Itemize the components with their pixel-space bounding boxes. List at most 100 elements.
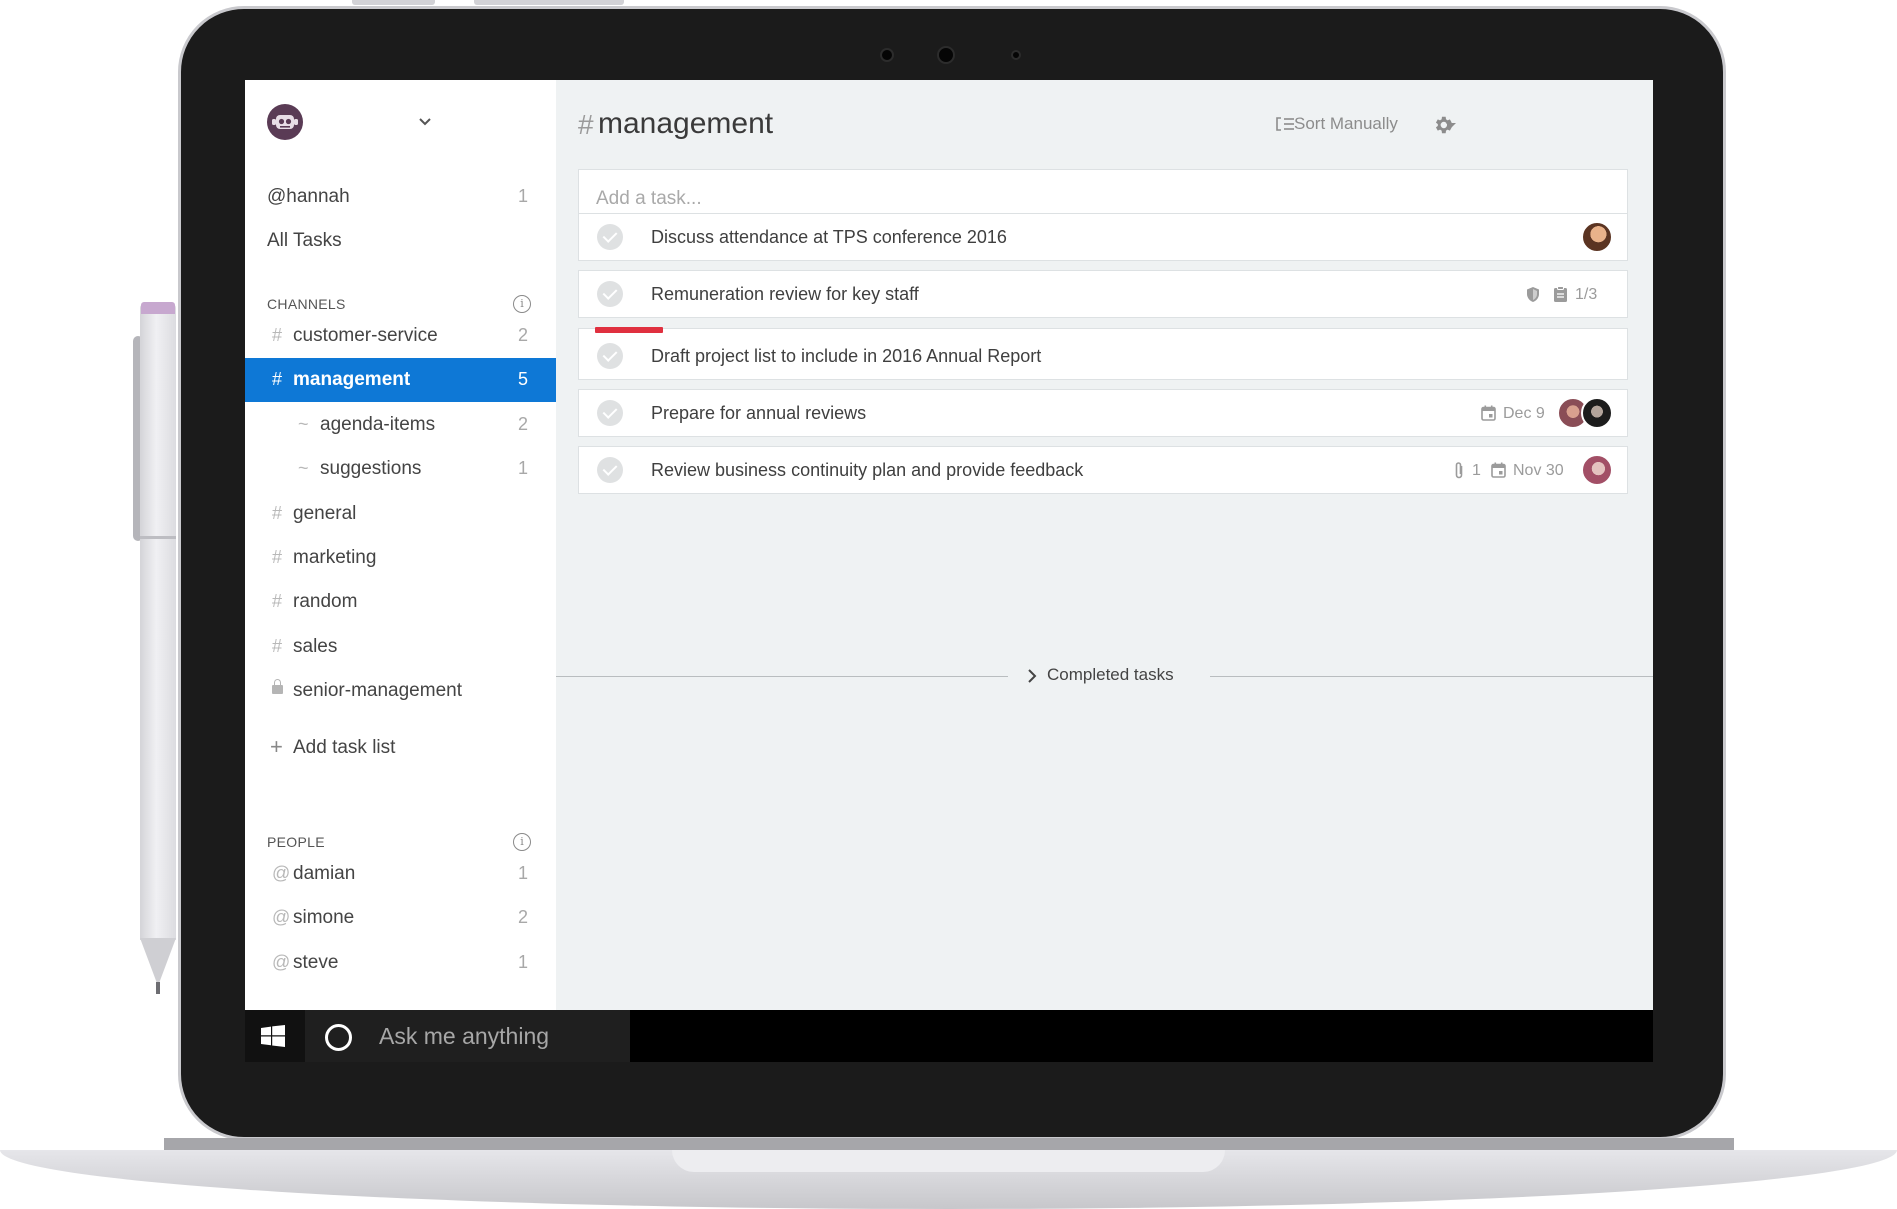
sidebar-item-suggestions[interactable]: ~ suggestions 1: [245, 447, 556, 491]
at-icon: @: [272, 952, 291, 972]
at-icon: @: [272, 863, 291, 883]
avatar[interactable]: [1581, 397, 1613, 429]
checklist-icon: [1554, 286, 1567, 302]
completed-tasks-toggle[interactable]: Completed tasks: [1047, 665, 1174, 685]
cortana-search-box[interactable]: Ask me anything: [305, 1010, 630, 1062]
sidebar-item-sales[interactable]: # sales: [245, 625, 556, 669]
channel-label: suggestions: [320, 458, 422, 479]
info-icon[interactable]: i: [513, 833, 531, 851]
calendar-icon: [1491, 462, 1506, 478]
channels-header: CHANNELS: [267, 296, 346, 312]
pen-tip: [140, 938, 176, 986]
gear-icon[interactable]: [1432, 114, 1454, 136]
channel-prefix-icon: #: [272, 636, 283, 656]
attachment-count: 1: [1472, 462, 1481, 479]
info-icon[interactable]: i: [513, 295, 531, 313]
person-count: 2: [517, 907, 528, 927]
checkmark-icon[interactable]: [597, 457, 623, 483]
priority-indicator: [595, 327, 663, 333]
channel-label: general: [293, 503, 357, 524]
lock-icon: [272, 679, 283, 694]
camera-light: [1011, 50, 1021, 60]
sidebar-item-simone[interactable]: @ simone 2: [245, 896, 556, 940]
person-count: 1: [517, 863, 528, 883]
channel-prefix-icon: #: [272, 591, 283, 611]
calendar-icon: [1481, 405, 1496, 421]
app-screen: @hannah 1 All Tasks CHANNELS i # customer…: [245, 80, 1653, 1062]
sidebar-item-customer-service[interactable]: # customer-service 2: [245, 314, 556, 358]
channel-prefix-icon: #: [272, 503, 283, 523]
task-row[interactable]: Draft project list to include in 2016 An…: [578, 327, 1628, 380]
pen-band: [140, 536, 176, 539]
task-title: Prepare for annual reviews: [651, 403, 867, 423]
sort-dropdown[interactable]: Sort Manually: [1294, 114, 1398, 134]
sidebar-item-general[interactable]: # general: [245, 492, 556, 536]
channel-count: 2: [517, 414, 528, 434]
channel-prefix-icon: #: [272, 369, 283, 389]
due-date: Nov 30: [1513, 462, 1564, 479]
sidebar-item-senior-management[interactable]: senior-management: [245, 669, 556, 713]
mentions-label: @hannah: [267, 186, 350, 207]
sidebar: @hannah 1 All Tasks CHANNELS i # customer…: [245, 80, 556, 1010]
task-title: Review business continuity plan and prov…: [651, 460, 1084, 480]
checkmark-icon[interactable]: [597, 343, 623, 369]
channel-label: sales: [293, 636, 338, 657]
sidebar-item-damian[interactable]: @ damian 1: [245, 852, 556, 896]
pen-cap: [141, 302, 175, 314]
divider: [1210, 676, 1653, 677]
paperclip-icon: [1455, 462, 1463, 479]
sidebar-item-agenda-items[interactable]: ~ agenda-items 2: [245, 403, 556, 447]
all-tasks-label: All Tasks: [267, 230, 342, 251]
device-hinge: [474, 0, 624, 5]
checklist-progress: 1/3: [1575, 286, 1598, 303]
sidebar-item-random[interactable]: # random: [245, 580, 556, 624]
task-title: Remuneration review for key staff: [651, 284, 919, 304]
people-header: PEOPLE: [267, 834, 325, 850]
chevron-right-icon[interactable]: [1026, 667, 1038, 685]
sidebar-item-marketing[interactable]: # marketing: [245, 536, 556, 580]
add-task-list-button[interactable]: + Add task list: [245, 726, 556, 770]
start-button[interactable]: [245, 1010, 305, 1062]
cortana-icon: [325, 1024, 352, 1051]
device-hinge: [352, 0, 435, 5]
checkmark-icon[interactable]: [597, 224, 623, 250]
sidebar-item-management[interactable]: # management 5: [245, 358, 556, 402]
channel-prefix-icon: ~: [298, 414, 309, 434]
task-title: Draft project list to include in 2016 An…: [651, 346, 1042, 366]
person-label: damian: [293, 863, 356, 884]
sidebar-item-all-tasks[interactable]: All Tasks: [245, 219, 556, 263]
logo-icon[interactable]: [267, 104, 303, 140]
cortana-search-placeholder: Ask me anything: [379, 1023, 550, 1049]
camera-sensor: [880, 48, 894, 62]
sort-icon[interactable]: [1275, 116, 1295, 132]
channel-label: random: [293, 591, 358, 612]
windows-icon: [261, 1025, 285, 1047]
channel-count: 1: [517, 458, 528, 478]
task-row[interactable]: Review business continuity plan and prov…: [578, 446, 1628, 494]
channel-label: marketing: [293, 547, 377, 568]
channel-prefix-icon: #: [272, 325, 283, 345]
channel-hash-icon: #: [578, 109, 594, 140]
sidebar-item-steve[interactable]: @ steve 1: [245, 941, 556, 985]
channel-label: customer-service: [293, 325, 438, 346]
divider: [556, 676, 1008, 677]
windows-taskbar: Ask me anything: [245, 1010, 1653, 1062]
avatar[interactable]: [1581, 454, 1613, 486]
task-row[interactable]: Discuss attendance at TPS conference 201…: [578, 213, 1628, 261]
page-title: management: [598, 107, 774, 140]
due-date: Dec 9: [1503, 405, 1545, 422]
checkmark-icon[interactable]: [597, 400, 623, 426]
task-row[interactable]: Remuneration review for key staff 1/3: [578, 270, 1628, 318]
mentions-count: 1: [517, 186, 528, 206]
checkmark-icon[interactable]: [597, 281, 623, 307]
sidebar-item-mentions[interactable]: @hannah 1: [245, 175, 556, 219]
channel-count: 5: [517, 369, 528, 389]
channel-label: agenda-items: [320, 414, 436, 435]
stylus-pen: [140, 304, 176, 940]
task-row[interactable]: Prepare for annual reviews Dec 9: [578, 389, 1628, 437]
laptop-lid-notch: [672, 1150, 1225, 1172]
add-task-input[interactable]: [596, 188, 1596, 210]
avatar[interactable]: [1581, 221, 1613, 253]
chevron-down-icon[interactable]: [415, 112, 435, 132]
camera-lens: [937, 46, 955, 64]
